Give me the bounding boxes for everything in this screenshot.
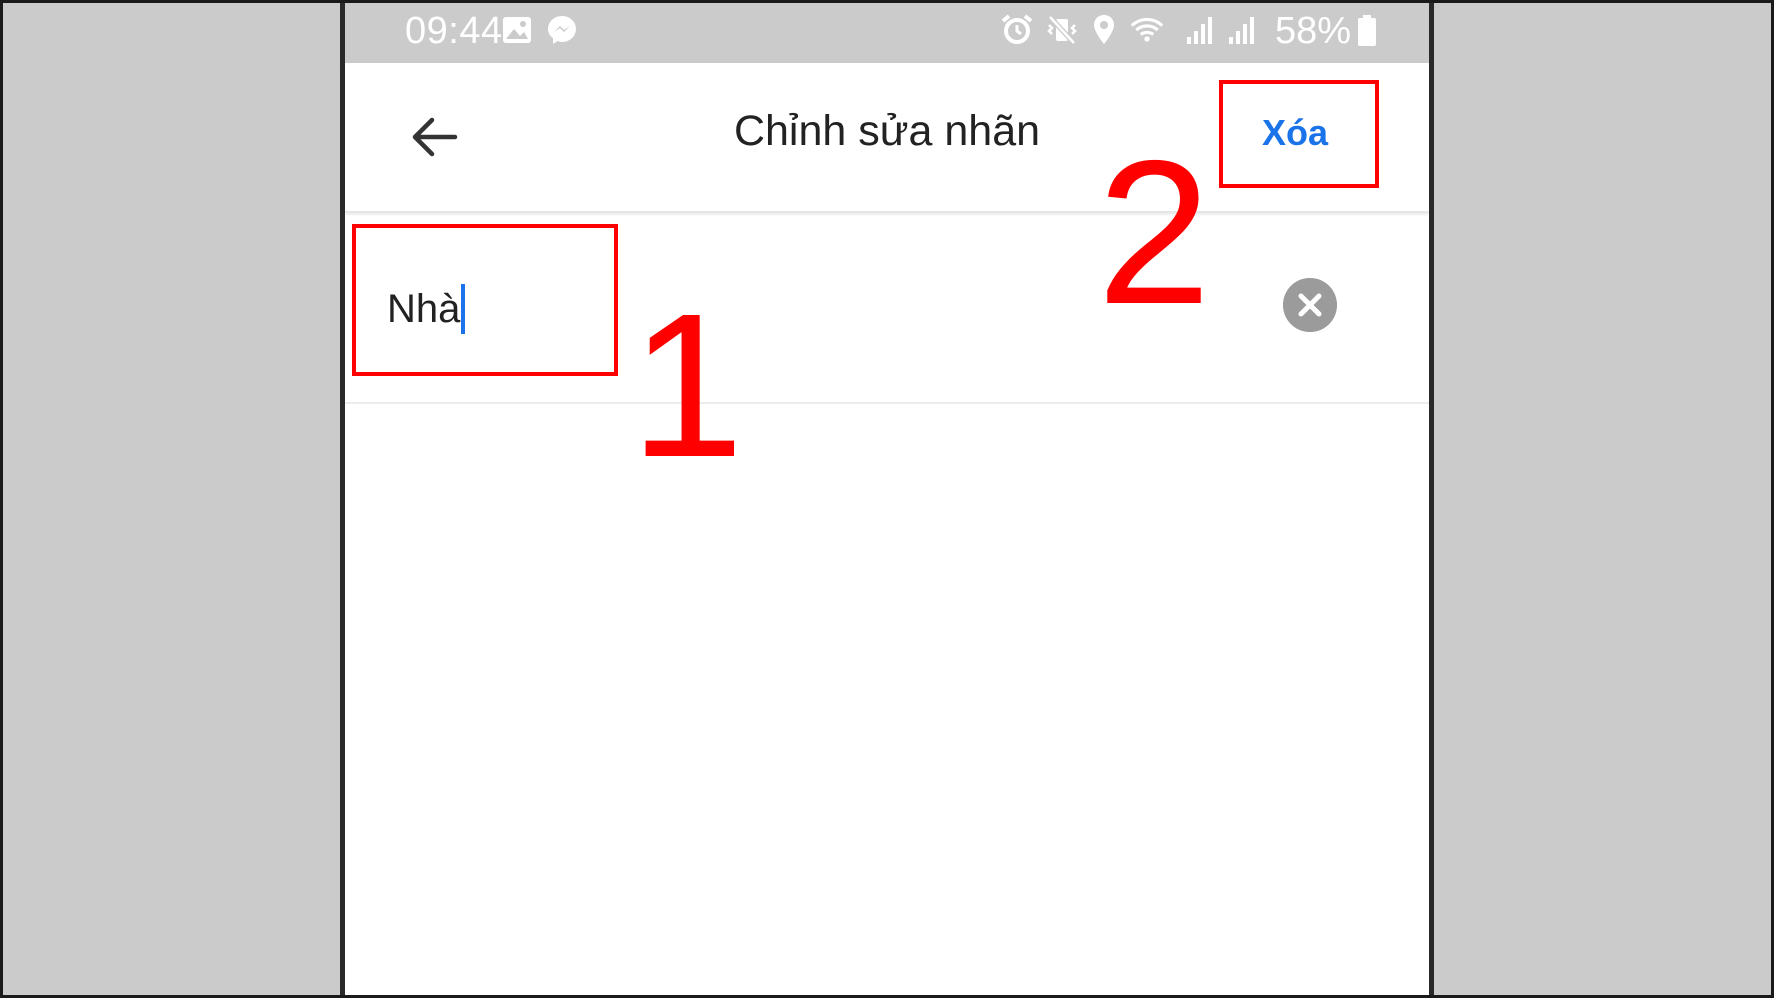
mute-vibrate-icon: [1047, 15, 1077, 45]
phone-screen: 09:44 58% Chỉnh sửa nhãn Xóa Nhà 1 2: [340, 0, 1434, 998]
messenger-icon: [548, 16, 576, 44]
status-bar: 09:44 58%: [345, 0, 1429, 63]
alarm-icon: [1001, 14, 1033, 44]
signal-icon-2: [1229, 17, 1254, 44]
annotation-box-2: [1219, 80, 1379, 188]
signal-icon: [1187, 17, 1212, 44]
annotation-box-1: [352, 224, 618, 376]
battery-icon: [1358, 15, 1376, 46]
annotation-number-2: 2: [1097, 118, 1212, 347]
clear-circle-icon[interactable]: [1283, 278, 1337, 332]
location-icon: [1094, 15, 1114, 44]
gallery-icon: [503, 17, 531, 43]
wifi-icon: [1130, 17, 1164, 42]
battery-percent: 58%: [1275, 10, 1352, 52]
annotation-number-1: 1: [630, 271, 745, 500]
status-time: 09:44: [405, 10, 503, 52]
